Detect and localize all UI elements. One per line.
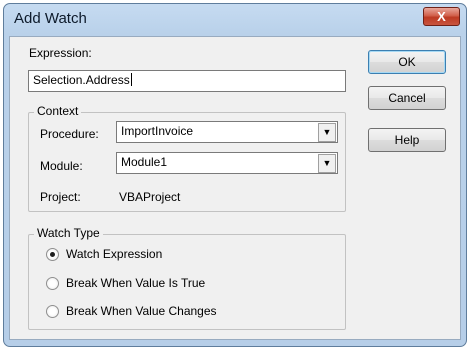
expression-value: Selection.Address [33, 73, 130, 87]
radio-break-when-true[interactable]: Break When Value Is True [46, 276, 246, 292]
procedure-label: Procedure: [40, 127, 99, 141]
radio-watch-expression[interactable]: Watch Expression [46, 247, 246, 263]
radio-label: Break When Value Changes [66, 304, 217, 318]
chevron-down-icon[interactable]: ▼ [318, 154, 336, 173]
cancel-button[interactable]: Cancel [368, 86, 446, 110]
text-caret [130, 73, 132, 86]
radio-button[interactable] [46, 305, 59, 318]
radio-label: Watch Expression [66, 247, 163, 261]
radio-button[interactable] [46, 277, 59, 290]
radio-selected-dot [50, 252, 55, 257]
dialog-title: Add Watch [14, 10, 87, 27]
expression-label: Expression: [29, 46, 92, 60]
procedure-value: ImportInvoice [121, 124, 194, 138]
ok-button[interactable]: OK [368, 50, 446, 74]
procedure-combo[interactable]: ImportInvoice ▼ [116, 121, 338, 143]
help-button[interactable]: Help [368, 128, 446, 152]
close-icon: X [437, 9, 446, 24]
expression-input[interactable]: Selection.Address [28, 70, 346, 92]
radio-label: Break When Value Is True [66, 276, 206, 290]
chevron-down-icon[interactable]: ▼ [318, 123, 336, 142]
project-label: Project: [40, 190, 81, 204]
close-button[interactable]: X [423, 7, 460, 26]
radio-break-when-changes[interactable]: Break When Value Changes [46, 304, 266, 320]
module-value: Module1 [121, 155, 168, 169]
watch-type-legend: Watch Type [34, 226, 103, 240]
radio-button[interactable] [46, 248, 59, 261]
module-label: Module: [40, 159, 83, 173]
context-legend: Context [34, 104, 82, 118]
project-value: VBAProject [119, 190, 181, 204]
module-combo[interactable]: Module1 ▼ [116, 152, 338, 174]
